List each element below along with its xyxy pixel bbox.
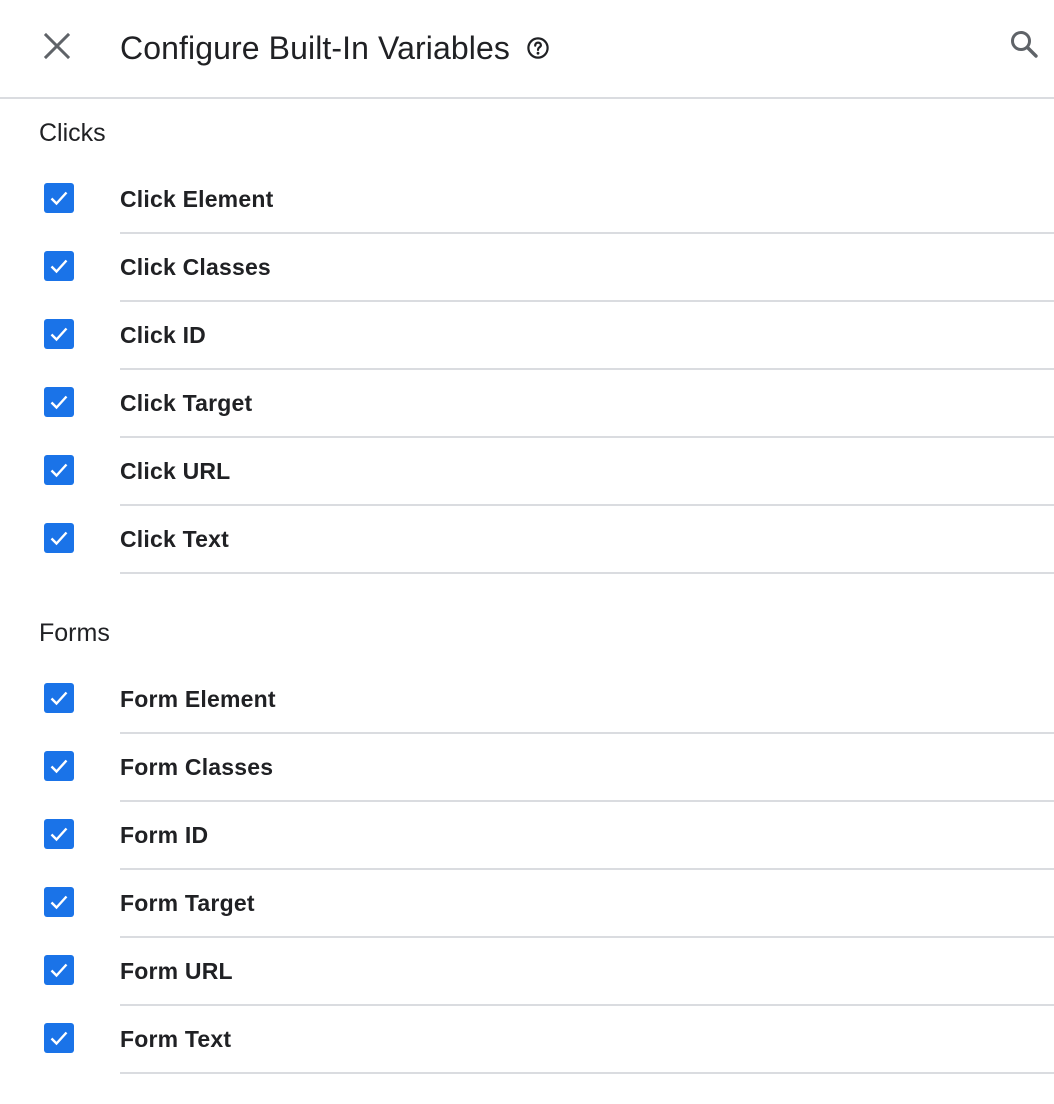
dialog-header: Configure Built-In Variables bbox=[0, 0, 1054, 99]
title-group: Configure Built-In Variables bbox=[120, 24, 552, 72]
help-circle-icon bbox=[527, 37, 549, 59]
checkbox-checked[interactable] bbox=[44, 387, 74, 417]
checkmark-icon bbox=[50, 759, 68, 774]
variable-label: Form URL bbox=[120, 958, 233, 984]
checkmark-icon bbox=[50, 895, 68, 910]
checkmark-icon bbox=[50, 327, 68, 342]
checkbox-checked[interactable] bbox=[44, 751, 74, 781]
checkmark-icon bbox=[50, 259, 68, 274]
variable-row[interactable]: Click Element bbox=[0, 166, 1054, 234]
variable-label: Click ID bbox=[120, 322, 206, 348]
variable-label: Form Text bbox=[120, 1026, 232, 1052]
divider bbox=[120, 572, 1054, 574]
checkbox-checked[interactable] bbox=[44, 955, 74, 985]
search-icon bbox=[1011, 31, 1038, 58]
page-title: Configure Built-In Variables bbox=[120, 29, 510, 66]
checkbox-checked[interactable] bbox=[44, 455, 74, 485]
variable-row[interactable]: Click URL bbox=[0, 438, 1054, 506]
checkmark-icon bbox=[50, 691, 68, 706]
variable-label: Click URL bbox=[120, 458, 231, 484]
checkbox-checked[interactable] bbox=[44, 251, 74, 281]
section-title: Clicks bbox=[39, 119, 106, 147]
variables-list: Clicks Click Element Click Classes Click… bbox=[0, 99, 1054, 1074]
section-title: Forms bbox=[39, 619, 110, 647]
checkbox-checked[interactable] bbox=[44, 183, 74, 213]
checkmark-icon bbox=[50, 531, 68, 546]
variable-row[interactable]: Click Text bbox=[0, 506, 1054, 574]
variable-row[interactable]: Click ID bbox=[0, 302, 1054, 370]
section-forms: Forms Form Element Form Classes Form ID … bbox=[0, 616, 1054, 1074]
variable-row[interactable]: Form ID bbox=[0, 802, 1054, 870]
checkmark-icon bbox=[50, 463, 68, 478]
variable-row[interactable]: Form Text bbox=[0, 1006, 1054, 1074]
checkbox-checked[interactable] bbox=[44, 523, 74, 553]
checkbox-checked[interactable] bbox=[44, 683, 74, 713]
section-clicks: Clicks Click Element Click Classes Click… bbox=[0, 116, 1054, 574]
checkbox-checked[interactable] bbox=[44, 319, 74, 349]
variable-label: Click Text bbox=[120, 526, 229, 552]
checkmark-icon bbox=[50, 827, 68, 842]
variable-label: Form Target bbox=[120, 890, 255, 916]
variable-row[interactable]: Click Target bbox=[0, 370, 1054, 438]
variable-label: Form ID bbox=[120, 822, 209, 848]
checkmark-icon bbox=[50, 1031, 68, 1046]
variable-label: Click Element bbox=[120, 186, 274, 212]
checkbox-list: Form Element Form Classes Form ID Form T… bbox=[0, 666, 1054, 1074]
variable-row[interactable]: Form Classes bbox=[0, 734, 1054, 802]
checkbox-checked[interactable] bbox=[44, 887, 74, 917]
close-button[interactable] bbox=[34, 23, 80, 69]
variable-label: Form Classes bbox=[120, 754, 274, 780]
help-button[interactable] bbox=[524, 34, 552, 62]
checkbox-checked[interactable] bbox=[44, 819, 74, 849]
checkmark-icon bbox=[50, 963, 68, 978]
variable-row[interactable]: Form URL bbox=[0, 938, 1054, 1006]
divider bbox=[120, 1072, 1054, 1074]
close-icon bbox=[43, 32, 71, 60]
variable-row[interactable]: Form Element bbox=[0, 666, 1054, 734]
checkbox-list: Click Element Click Classes Click ID Cli… bbox=[0, 166, 1054, 574]
checkmark-icon bbox=[50, 191, 68, 206]
variable-label: Form Element bbox=[120, 686, 276, 712]
variable-label: Click Classes bbox=[120, 254, 271, 280]
variable-row[interactable]: Form Target bbox=[0, 870, 1054, 938]
variable-label: Click Target bbox=[120, 390, 253, 416]
checkbox-checked[interactable] bbox=[44, 1023, 74, 1053]
variable-row[interactable]: Click Classes bbox=[0, 234, 1054, 302]
search-button[interactable] bbox=[1000, 20, 1048, 68]
checkmark-icon bbox=[50, 395, 68, 410]
